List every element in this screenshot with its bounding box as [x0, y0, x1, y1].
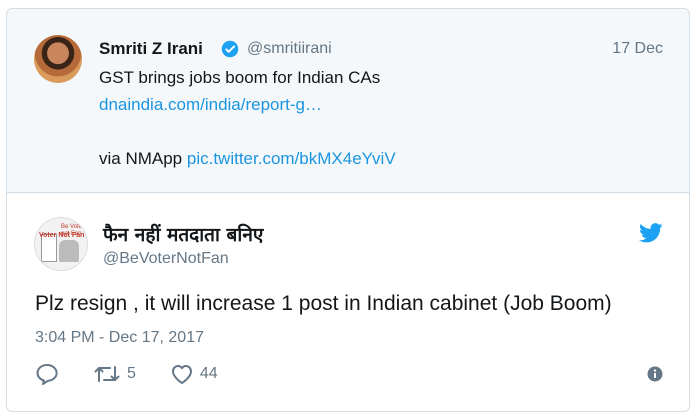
main-tweet-text: Plz resign , it will increase 1 post in …	[35, 292, 612, 315]
main-author-handle[interactable]: @BeVoterNotFan	[103, 250, 229, 268]
main-author-name[interactable]: फैन नहीं मतदाता बनिए	[103, 221, 263, 247]
quoted-tweet[interactable]: Smriti Z Irani @smritiirani 17 Dec GST b…	[7, 9, 689, 193]
quoted-tweet-date[interactable]: 17 Dec	[612, 40, 663, 58]
retweet-icon	[94, 366, 120, 382]
via-prefix: via NMApp	[99, 149, 187, 168]
info-icon[interactable]	[647, 366, 663, 382]
retweet-count: 5	[127, 365, 136, 382]
heart-icon	[171, 365, 192, 384]
quoted-author-avatar[interactable]	[34, 35, 82, 83]
twitter-bird-icon[interactable]	[639, 223, 663, 243]
main-tweet-timestamp[interactable]: 3:04 PM - Dec 17, 2017	[35, 329, 204, 347]
quoted-tweet-article-link[interactable]: dnaindia.com/india/report-g…	[99, 95, 322, 115]
quoted-author-handle[interactable]: @smritiirani	[247, 40, 332, 58]
quoted-tweet-text: GST brings jobs boom for Indian CAs	[99, 68, 381, 87]
tweet-actions-bar: 5 44	[35, 362, 252, 386]
reply-icon	[36, 364, 58, 385]
verified-badge-icon	[221, 40, 239, 58]
like-button[interactable]: 44	[170, 363, 218, 385]
reply-button[interactable]	[35, 363, 59, 385]
main-author-avatar[interactable]: Voter Not Fan Be Voter not Fan	[34, 217, 88, 271]
quoted-tweet-pic-link[interactable]: pic.twitter.com/bkMX4eYviV	[187, 149, 396, 168]
quoted-tweet-via-line: via NMApp pic.twitter.com/bkMX4eYviV	[99, 149, 396, 169]
retweet-button[interactable]: 5	[93, 363, 136, 385]
tweet-embed-card: Smriti Z Irani @smritiirani 17 Dec GST b…	[6, 8, 690, 412]
quoted-author-name[interactable]: Smriti Z Irani	[99, 39, 203, 59]
avatar-slogan-text: Be Voter not Fan	[61, 224, 85, 237]
avatar-hand-shape	[59, 240, 79, 262]
like-count: 44	[199, 365, 218, 382]
